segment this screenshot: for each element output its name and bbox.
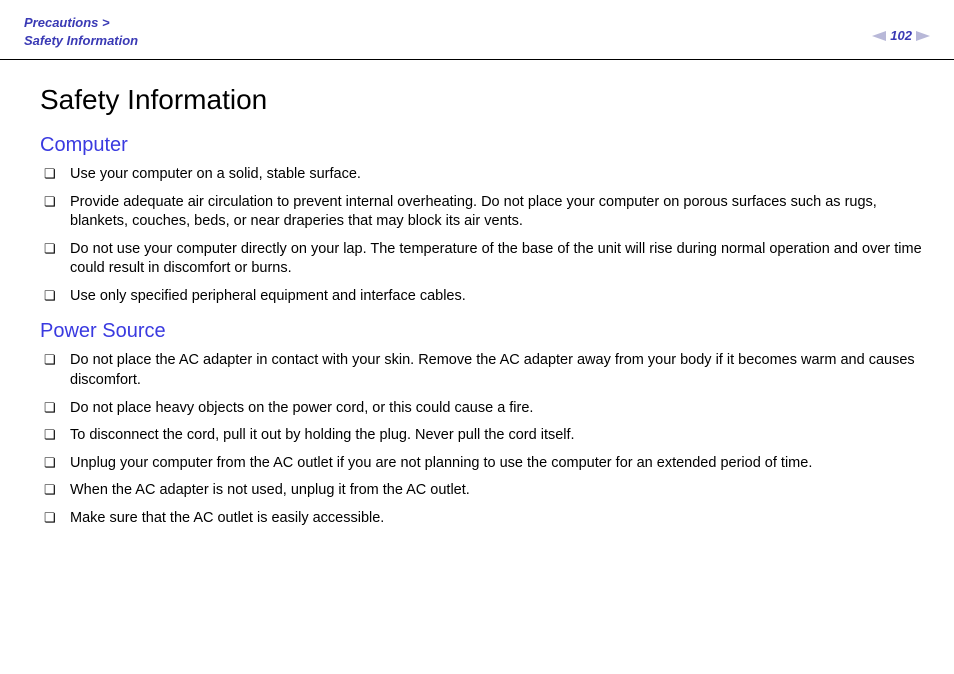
list-item: Do not place heavy objects on the power …: [40, 399, 922, 419]
prev-page-icon[interactable]: [872, 31, 886, 41]
list-item: Use your computer on a solid, stable sur…: [40, 165, 922, 185]
list-item: Do not use your computer directly on you…: [40, 240, 922, 279]
section-heading-computer: Computer: [40, 134, 922, 157]
page-title: Safety Information: [40, 84, 922, 116]
page-content: Safety Information Computer Use your com…: [0, 60, 954, 528]
page-number-value: 102: [890, 28, 912, 43]
list-item: Provide adequate air circulation to prev…: [40, 193, 922, 232]
list-item: Do not place the AC adapter in contact w…: [40, 351, 922, 390]
breadcrumb: Precautions > Safety Information: [24, 14, 138, 49]
bullet-list-power-source: Do not place the AC adapter in contact w…: [40, 351, 922, 528]
list-item: Make sure that the AC outlet is easily a…: [40, 509, 922, 529]
bullet-list-computer: Use your computer on a solid, stable sur…: [40, 165, 922, 306]
list-item: Unplug your computer from the AC outlet …: [40, 454, 922, 474]
list-item: Use only specified peripheral equipment …: [40, 287, 922, 307]
next-page-icon[interactable]: [916, 31, 930, 41]
list-item: To disconnect the cord, pull it out by h…: [40, 426, 922, 446]
breadcrumb-line2: Safety Information: [24, 32, 138, 50]
section-heading-power-source: Power Source: [40, 320, 922, 343]
document-page: Precautions > Safety Information 102 Saf…: [0, 0, 954, 528]
page-number-nav: 102: [872, 14, 930, 43]
breadcrumb-line1: Precautions >: [24, 14, 138, 32]
page-header: Precautions > Safety Information 102: [0, 0, 954, 60]
list-item: When the AC adapter is not used, unplug …: [40, 481, 922, 501]
